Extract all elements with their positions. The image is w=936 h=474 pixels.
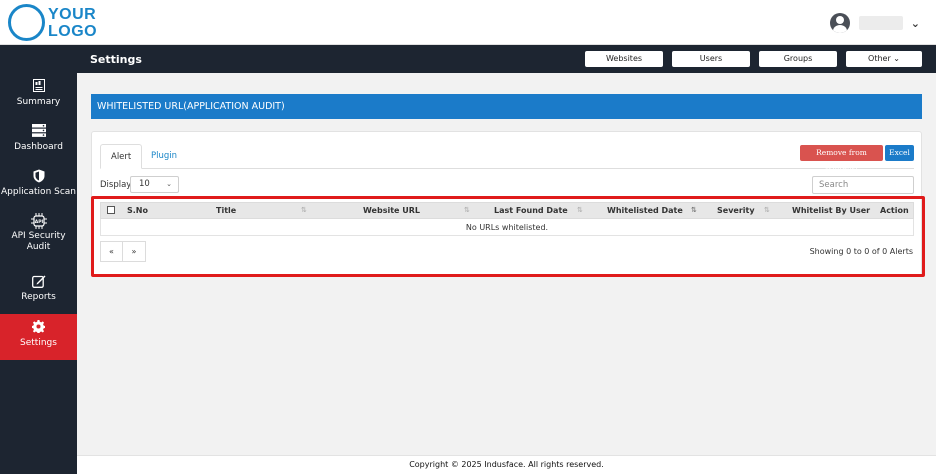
sidebar-item-dashboard[interactable]: Dashboard: [0, 124, 77, 153]
excel-button[interactable]: Excel: [885, 145, 914, 161]
sub-header: Settings Websites Users Groups Other ⌄: [77, 45, 936, 73]
logo-line-2: LOGO: [48, 23, 98, 40]
logo-line-1: YOUR: [48, 6, 97, 23]
svg-text:API: API: [34, 219, 43, 225]
section-banner: WHITELISTED URL(APPLICATION AUDIT): [91, 94, 922, 119]
user-menu[interactable]: ⌄: [829, 12, 920, 34]
page-title: Settings: [90, 53, 142, 66]
groups-button[interactable]: Groups: [759, 51, 837, 67]
sidebar-item-label: API Security Audit: [11, 231, 66, 252]
chevron-down-icon[interactable]: ⌄: [911, 17, 920, 30]
user-name-redacted: [858, 16, 903, 30]
footer: Copyright © 2025 Indusface. All rights r…: [77, 455, 936, 474]
sidebar-item-label: Application Scan: [0, 187, 77, 197]
display-label: Display: [100, 180, 132, 190]
tab-plugin[interactable]: Plugin: [141, 144, 187, 169]
tabs-divider: [100, 168, 914, 169]
tab-alert[interactable]: Alert: [100, 144, 143, 169]
sidebar: Summary Dashboard Application Scan API A…: [0, 45, 77, 474]
display-count-select[interactable]: 10 ⌄: [130, 176, 179, 193]
logo-ring-icon: [8, 4, 45, 41]
search-input[interactable]: Search: [812, 176, 914, 194]
remove-from-whitelist-button[interactable]: Remove from Whitelist: [800, 145, 883, 173]
top-header: YOUR LOGO ⌄: [0, 0, 936, 45]
api-chip-icon: API: [0, 213, 77, 231]
chevron-down-icon: ⌄: [166, 180, 172, 188]
sidebar-item-label: Settings: [20, 338, 57, 348]
logo[interactable]: YOUR LOGO: [8, 4, 98, 42]
summary-report-icon: [0, 79, 77, 97]
sidebar-item-label: Reports: [21, 292, 56, 302]
copyright-text: Copyright © 2025 Indusface. All rights r…: [409, 460, 604, 469]
sidebar-item-reports[interactable]: Reports: [0, 274, 77, 303]
logo-text: YOUR LOGO: [48, 6, 97, 40]
section-title: WHITELISTED URL(APPLICATION AUDIT): [97, 101, 285, 112]
sidebar-item-settings[interactable]: Settings: [0, 314, 77, 360]
sidebar-item-summary[interactable]: Summary: [0, 79, 77, 108]
sidebar-item-label: Summary: [16, 97, 61, 107]
dashboard-stack-icon: [0, 124, 77, 142]
other-dropdown-button[interactable]: Other ⌄: [846, 51, 922, 67]
gear-icon: [0, 320, 77, 338]
highlight-box: [91, 196, 925, 277]
websites-button[interactable]: Websites: [585, 51, 663, 67]
shield-icon: [0, 169, 77, 187]
user-circle-icon[interactable]: [829, 13, 850, 33]
users-button[interactable]: Users: [672, 51, 750, 67]
sidebar-item-label: Dashboard: [14, 142, 63, 152]
sidebar-item-application-scan[interactable]: Application Scan: [0, 169, 77, 198]
display-count-value: 10: [139, 179, 150, 189]
sidebar-item-api-security-audit[interactable]: API API Security Audit: [0, 213, 77, 253]
edit-report-icon: [0, 274, 77, 292]
